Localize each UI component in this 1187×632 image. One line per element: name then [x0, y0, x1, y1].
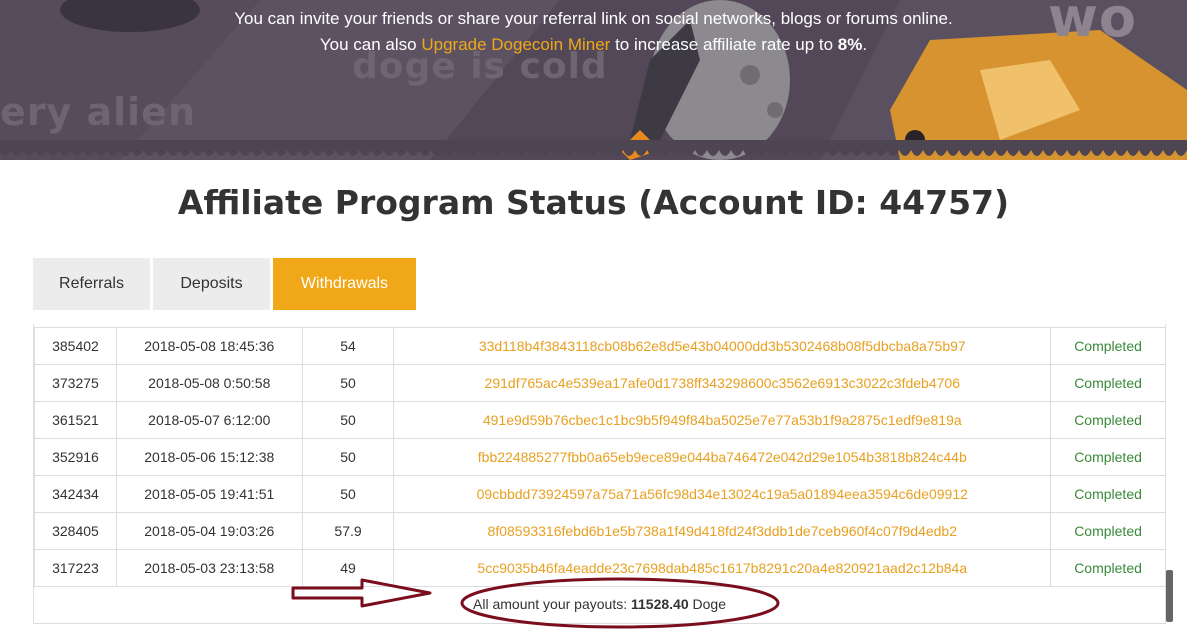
withdrawal-status: Completed [1050, 475, 1165, 513]
withdrawal-date: 2018-05-07 6:12:00 [115, 401, 303, 439]
hero-line-2: You can also Upgrade Dogecoin Miner to i… [0, 32, 1187, 58]
withdrawal-id: 328405 [34, 512, 117, 550]
withdrawals-table-container[interactable]: 385402 2018-05-08 18:45:36 54 33d118b4f3843… [33, 324, 1166, 624]
withdrawal-amount: 50 [301, 364, 395, 402]
hero-banner: doge is cold ery alien wo You can invite… [0, 0, 1187, 160]
table-scrollbar-thumb[interactable] [1166, 570, 1173, 622]
affiliate-rate: 8% [837, 35, 863, 54]
table-row: 373275 2018-05-08 0:50:58 50 291df765ac4e53… [34, 364, 1165, 402]
table-row: 328405 2018-05-04 19:03:26 57.9 8f08593316f… [34, 512, 1165, 550]
hero-scallop-edge [0, 140, 1187, 156]
withdrawal-date: 2018-05-03 23:13:58 [115, 549, 303, 587]
withdrawal-status: Completed [1050, 438, 1165, 476]
transaction-hash-link[interactable]: 491e9d59b76cbec1c1bc9b5f949f84ba5025e7e7… [393, 401, 1052, 439]
withdrawal-amount: 50 [301, 401, 395, 439]
withdrawal-date: 2018-05-04 19:03:26 [115, 512, 303, 550]
transaction-hash-link[interactable]: 5cc9035b46fa4eadde23c7698dab485c1617b829… [393, 549, 1052, 587]
hero-line-2-prefix: You can also [319, 35, 422, 54]
withdrawal-id: 385402 [34, 327, 117, 365]
payouts-total-label: All amount your payouts: [473, 596, 631, 612]
withdrawal-date: 2018-05-08 18:45:36 [115, 327, 303, 365]
withdrawal-id: 352916 [34, 438, 117, 476]
withdrawal-id: 342434 [34, 475, 117, 513]
withdrawal-amount: 49 [301, 549, 395, 587]
withdrawal-amount: 57.9 [301, 512, 395, 550]
withdrawal-date: 2018-05-05 19:41:51 [115, 475, 303, 513]
withdrawal-date: 2018-05-08 0:50:58 [115, 364, 303, 402]
hero-line-2-end: . [862, 35, 868, 54]
withdrawal-status: Completed [1050, 327, 1165, 365]
withdrawal-status: Completed [1050, 401, 1165, 439]
withdrawal-amount: 50 [301, 475, 395, 513]
withdrawal-status: Completed [1050, 512, 1165, 550]
table-row: 342434 2018-05-05 19:41:51 50 09cbbdd739245… [34, 475, 1165, 513]
transaction-hash-link[interactable]: fbb224885277fbb0a65eb9ece89e044ba746472e… [393, 438, 1052, 476]
tab-referrals[interactable]: Referrals [33, 258, 150, 310]
table-row: 385402 2018-05-08 18:45:36 54 33d118b4f3843… [34, 327, 1165, 365]
table-row: 361521 2018-05-07 6:12:00 50 491e9d59b76cbe… [34, 401, 1165, 439]
transaction-hash-link[interactable]: 8f08593316febd6b1e5b738a1f49d418fd24f3dd… [393, 512, 1052, 550]
transaction-hash-link[interactable]: 291df765ac4e539ea17afe0d1738ff343298600c… [393, 364, 1052, 402]
hero-line-2-suffix: to increase affiliate rate up to [610, 35, 838, 54]
withdrawal-amount: 50 [301, 438, 395, 476]
withdrawal-status: Completed [1050, 364, 1165, 402]
payouts-total-unit: Doge [688, 596, 726, 612]
table-row: 352916 2018-05-06 15:12:38 50 fbb224885277f… [34, 438, 1165, 476]
tab-withdrawals[interactable]: Withdrawals [273, 258, 416, 310]
withdrawal-amount: 54 [301, 327, 395, 365]
table-row: 317223 2018-05-03 23:13:58 49 5cc9035b46fa4… [34, 549, 1165, 587]
transaction-hash-link[interactable]: 33d118b4f3843118cb08b62e8d5e43b04000dd3b… [393, 327, 1052, 365]
tab-deposits[interactable]: Deposits [153, 258, 270, 310]
withdrawal-id: 373275 [34, 364, 117, 402]
payouts-total-row: All amount your payouts: 11528.40 Doge [33, 587, 1166, 624]
hero-bg-text-alien: ery alien [0, 90, 197, 134]
hero-line-1: You can invite your friends or share you… [234, 9, 953, 28]
withdrawal-status: Completed [1050, 549, 1165, 587]
page-title: Affiliate Program Status (Account ID: 44… [177, 183, 1010, 222]
withdrawal-id: 361521 [34, 401, 117, 439]
withdrawal-date: 2018-05-06 15:12:38 [115, 438, 303, 476]
withdrawal-id: 317223 [34, 549, 117, 587]
withdrawals-table: 385402 2018-05-08 18:45:36 54 33d118b4f3843… [34, 327, 1165, 587]
payouts-total-value: 11528.40 [631, 596, 689, 612]
transaction-hash-link[interactable]: 09cbbdd73924597a75a71a56fc98d34e13024c19… [393, 475, 1052, 513]
upgrade-miner-link[interactable]: Upgrade Dogecoin Miner [421, 35, 610, 54]
